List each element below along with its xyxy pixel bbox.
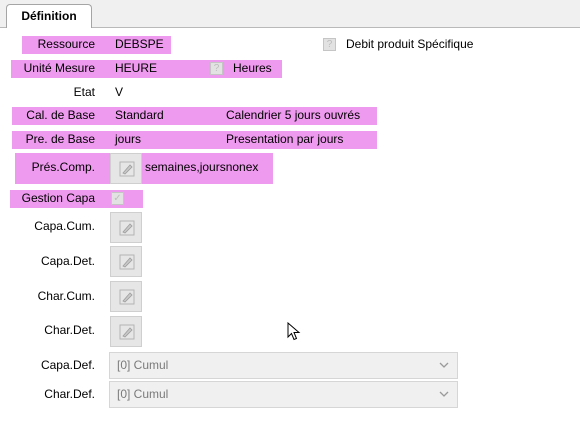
debit-produit-label: Debit produit Spécifique xyxy=(346,37,474,51)
unite-label: Unité Mesure xyxy=(23,61,95,75)
char-def-label: Char.Def. xyxy=(44,387,95,401)
pres-comp-value: semaines,joursnonex xyxy=(145,160,259,174)
unite-unit-text: Heures xyxy=(233,61,272,75)
char-def-select[interactable]: [0] Cumul xyxy=(109,381,458,408)
ressource-label: Ressource xyxy=(37,37,95,51)
chevron-down-icon xyxy=(439,362,449,368)
etat-value[interactable]: V xyxy=(115,84,123,101)
cal-description: Calendrier 5 jours ouvrés xyxy=(226,108,361,122)
gestion-capa-label: Gestion Capa xyxy=(21,191,95,205)
cal-value[interactable]: Standard xyxy=(115,107,164,124)
unite-value[interactable]: HEURE xyxy=(115,60,157,77)
debit-produit-checkbox[interactable]: ? xyxy=(323,38,336,51)
edit-pencil-icon xyxy=(119,324,135,340)
capa-def-selected-value: [0] Cumul xyxy=(117,358,169,372)
capa-def-label: Capa.Def. xyxy=(40,358,95,372)
gestion-capa-checkbox[interactable]: ✓ xyxy=(111,192,124,205)
edit-pencil-icon xyxy=(119,254,135,270)
cal-label: Cal. de Base xyxy=(26,108,95,122)
chevron-down-icon xyxy=(439,391,449,397)
pre-description: Presentation par jours xyxy=(226,132,344,146)
edit-pencil-icon xyxy=(119,220,135,236)
char-det-edit-button[interactable] xyxy=(110,316,142,347)
pre-label: Pre. de Base xyxy=(25,132,95,146)
mouse-pointer-icon xyxy=(287,322,301,341)
char-cum-edit-button[interactable] xyxy=(110,281,142,312)
capa-def-select[interactable]: [0] Cumul xyxy=(109,352,458,379)
unite-checkbox[interactable]: ? xyxy=(210,62,223,75)
tab-definition[interactable]: Définition xyxy=(6,4,92,28)
pre-value[interactable]: jours xyxy=(115,131,141,148)
capa-cum-edit-button[interactable] xyxy=(110,212,142,243)
char-det-label: Char.Det. xyxy=(44,323,95,337)
capa-det-edit-button[interactable] xyxy=(110,246,142,277)
ressource-value[interactable]: DEBSPE xyxy=(115,36,164,53)
pres-comp-label: Prés.Comp. xyxy=(31,160,95,174)
pres-comp-edit-button[interactable] xyxy=(110,153,142,184)
edit-pencil-icon xyxy=(119,289,135,305)
char-def-selected-value: [0] Cumul xyxy=(117,387,169,401)
capa-cum-label: Capa.Cum. xyxy=(34,219,95,233)
etat-label: Etat xyxy=(73,85,95,99)
capa-det-label: Capa.Det. xyxy=(40,254,95,268)
edit-pencil-icon xyxy=(119,161,135,177)
char-cum-label: Char.Cum. xyxy=(37,289,95,303)
